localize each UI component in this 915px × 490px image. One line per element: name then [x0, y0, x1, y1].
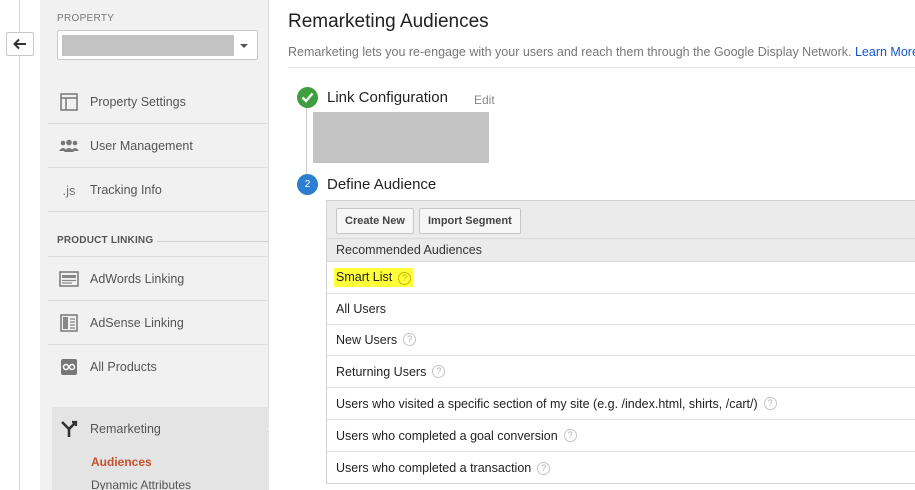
divider [157, 241, 269, 242]
learn-more-link[interactable]: Learn More [855, 45, 915, 59]
audience-option-new-users[interactable]: New Users? [327, 324, 915, 356]
audience-label: All Users [336, 301, 387, 316]
left-rail [0, 0, 40, 490]
audience-label: Users who visited a specific section of … [336, 396, 758, 411]
sidebar-item-label: Property Settings [90, 95, 186, 109]
property-selector[interactable] [57, 30, 258, 60]
help-icon[interactable]: ? [403, 333, 417, 346]
audience-option-goal-conversion[interactable]: Users who completed a goal conversion? [327, 420, 915, 452]
redacted-property-name [62, 35, 234, 56]
divider [48, 211, 269, 212]
audience-label: Users who completed a goal conversion [336, 428, 558, 443]
property-label: PROPERTY [57, 13, 115, 24]
step-link-configuration-title: Link Configuration [327, 89, 448, 106]
users-icon [59, 136, 79, 156]
adwords-icon [59, 269, 79, 289]
sidebar-item-label: Remarketing [90, 422, 161, 436]
audience-option-transaction[interactable]: Users who completed a transaction? [327, 452, 915, 484]
audience-option-smart-list[interactable]: Smart List? [327, 262, 915, 294]
create-new-button[interactable]: Create New [336, 208, 414, 234]
step-define-audience-title: Define Audience [327, 176, 437, 193]
sidebar-item-label: AdSense Linking [90, 316, 184, 330]
redacted-link-info [313, 112, 489, 163]
edit-link[interactable]: Edit [474, 93, 495, 107]
recommended-audiences-header: Recommended Audiences [327, 239, 915, 262]
sidebar-subitem-audiences[interactable]: Audiences [91, 455, 152, 469]
step-number-badge: 2 [297, 174, 318, 195]
audience-label: Returning Users [336, 364, 427, 379]
page-title: Remarketing Audiences [288, 11, 489, 32]
audience-option-returning-users[interactable]: Returning Users? [327, 356, 915, 388]
sidebar-item-label: Tracking Info [90, 183, 162, 197]
help-icon[interactable]: ? [432, 365, 446, 378]
divider [288, 67, 915, 68]
audience-toolbar: Create New Import Segment [327, 201, 915, 239]
sidebar-item-label: User Management [90, 139, 193, 153]
audience-label: Users who completed a transaction [336, 461, 532, 475]
sidebar-item-adsense-linking[interactable]: AdSense Linking [48, 301, 269, 345]
audience-label: New Users [336, 332, 398, 347]
sidebar-section-remarketing: Remarketing Audiences Dynamic Attributes [52, 407, 269, 490]
back-button[interactable] [6, 32, 34, 56]
admin-sidebar: PROPERTY Property Settings User Manageme… [40, 0, 269, 490]
import-segment-button[interactable]: Import Segment [419, 208, 521, 234]
help-icon[interactable]: ? [398, 272, 412, 285]
help-icon[interactable]: ? [563, 429, 577, 442]
active-item-pointer [268, 421, 276, 437]
help-icon[interactable]: ? [537, 461, 551, 475]
arrow-left-icon [13, 38, 26, 50]
all-products-icon [59, 357, 79, 377]
sidebar-item-adwords-linking[interactable]: AdWords Linking [48, 257, 269, 301]
sidebar-subitem-dynamic-attributes[interactable]: Dynamic Attributes [91, 478, 191, 490]
sidebar-item-label: All Products [90, 360, 157, 374]
adsense-icon [59, 313, 79, 333]
step-connector [306, 108, 307, 174]
help-icon[interactable]: ? [763, 397, 777, 410]
page-description: Remarketing lets you re-engage with your… [288, 45, 915, 59]
audience-label: Smart List? [334, 268, 414, 287]
product-linking-heading: PRODUCT LINKING [57, 235, 154, 246]
property-settings-icon [59, 92, 79, 112]
audience-panel: Create New Import Segment Recommended Au… [326, 200, 915, 484]
sidebar-item-tracking-info[interactable]: .js Tracking Info [48, 168, 269, 212]
step-complete-check-icon [297, 87, 318, 108]
audience-option-site-section[interactable]: Users who visited a specific section of … [327, 388, 915, 420]
js-icon: .js [62, 182, 76, 198]
sidebar-item-user-management[interactable]: User Management [48, 124, 269, 168]
sidebar-item-label: AdWords Linking [90, 272, 185, 286]
sidebar-item-property-settings[interactable]: Property Settings [48, 80, 269, 124]
chevron-down-icon [240, 44, 248, 48]
rail-divider [19, 0, 20, 490]
sidebar-item-all-products[interactable]: All Products [48, 345, 269, 389]
audience-option-all-users[interactable]: All Users [327, 293, 915, 325]
sidebar-item-remarketing[interactable]: Remarketing [52, 407, 161, 451]
description-text: Remarketing lets you re-engage with your… [288, 45, 852, 59]
remarketing-fork-icon [59, 419, 79, 439]
